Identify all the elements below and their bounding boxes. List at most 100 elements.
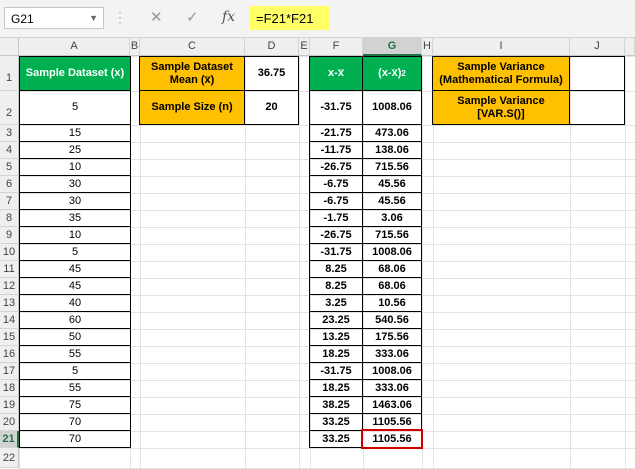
deviation-value[interactable]: -6.75	[309, 176, 363, 193]
squared-deviation-value[interactable]: 68.06	[363, 261, 422, 278]
dataset-value[interactable]: 55	[19, 380, 131, 397]
squared-deviation-value[interactable]: 333.06	[363, 346, 422, 363]
column-header-c[interactable]: C	[140, 38, 245, 56]
dataset-value[interactable]: 10	[19, 227, 131, 244]
deviation-value[interactable]: -26.75	[309, 227, 363, 244]
column-header-f[interactable]: F	[310, 38, 363, 56]
row-header-2[interactable]: 2	[0, 91, 19, 125]
row-header-17[interactable]: 17	[0, 363, 19, 380]
squared-deviation-value[interactable]: 715.56	[363, 159, 422, 176]
sample-size-label[interactable]: Sample Size (n)	[139, 91, 245, 125]
deviation-value[interactable]: 18.25	[309, 346, 363, 363]
deviation-value[interactable]: 33.25	[309, 414, 363, 431]
deviation-value[interactable]: -11.75	[309, 142, 363, 159]
deviation-value[interactable]: -31.75	[309, 244, 363, 261]
dataset-value[interactable]: 15	[19, 125, 131, 142]
squared-deviation-value[interactable]: 1008.06	[363, 363, 422, 380]
dataset-value[interactable]: 30	[19, 193, 131, 210]
row-header-15[interactable]: 15	[0, 329, 19, 346]
row-header-18[interactable]: 18	[0, 380, 19, 397]
deviation-value[interactable]: 8.25	[309, 278, 363, 295]
variance-vars-value[interactable]	[570, 91, 625, 125]
squared-deviation-value[interactable]: 715.56	[363, 227, 422, 244]
dataset-value[interactable]: 70	[19, 414, 131, 431]
squared-deviation-value[interactable]: 138.06	[363, 142, 422, 159]
row-header-20[interactable]: 20	[0, 414, 19, 431]
squared-deviation-value[interactable]: 175.56	[363, 329, 422, 346]
dataset-value[interactable]: 50	[19, 329, 131, 346]
variance-vars-label[interactable]: Sample Variance [VAR.S()]	[432, 91, 570, 125]
column-header-d[interactable]: D	[245, 38, 299, 56]
squared-deviation-value[interactable]: 45.56	[363, 176, 422, 193]
dataset-value[interactable]: 45	[19, 261, 131, 278]
row-header-19[interactable]: 19	[0, 397, 19, 414]
dataset-value[interactable]: 25	[19, 142, 131, 159]
fx-icon[interactable]: fx	[222, 9, 235, 25]
deviation-value[interactable]: 33.25	[309, 431, 363, 448]
squared-deviation-value[interactable]: 1008.06	[363, 91, 422, 125]
squared-deviation-value[interactable]: 10.56	[363, 295, 422, 312]
dataset-value[interactable]: 5	[19, 363, 131, 380]
row-header-3[interactable]: 3	[0, 125, 19, 142]
squared-deviation-value[interactable]: 540.56	[363, 312, 422, 329]
dataset-value[interactable]: 55	[19, 346, 131, 363]
column-header-a[interactable]: A	[19, 38, 130, 56]
row-header-4[interactable]: 4	[0, 142, 19, 159]
row-header-9[interactable]: 9	[0, 227, 19, 244]
squared-deviation-value[interactable]: 1463.06	[363, 397, 422, 414]
dataset-header[interactable]: Sample Dataset (x)	[19, 56, 131, 91]
row-header-5[interactable]: 5	[0, 159, 19, 176]
name-box[interactable]: G21 ▼	[4, 7, 104, 29]
dataset-value[interactable]: 5	[19, 91, 131, 125]
column-header-k[interactable]	[625, 38, 635, 56]
column-header-j[interactable]: J	[570, 38, 625, 56]
row-header-13[interactable]: 13	[0, 295, 19, 312]
row-header-16[interactable]: 16	[0, 346, 19, 363]
dataset-value[interactable]: 5	[19, 244, 131, 261]
row-header-11[interactable]: 11	[0, 261, 19, 278]
variance-formula-label[interactable]: Sample Variance (Mathematical Formula)	[432, 56, 570, 91]
row-header-21[interactable]: 21	[0, 431, 19, 448]
dataset-value[interactable]: 30	[19, 176, 131, 193]
row-header-14[interactable]: 14	[0, 312, 19, 329]
deviation-value[interactable]: -1.75	[309, 210, 363, 227]
row-header-8[interactable]: 8	[0, 210, 19, 227]
squared-deviation-value[interactable]: 473.06	[363, 125, 422, 142]
deviation-value[interactable]: 18.25	[309, 380, 363, 397]
mean-label[interactable]: Sample Dataset Mean (x̅)	[139, 56, 245, 91]
squared-deviation-value[interactable]: 68.06	[363, 278, 422, 295]
squared-deviation-value[interactable]: 1008.06	[363, 244, 422, 261]
row-header-1[interactable]: 1	[0, 56, 19, 91]
squared-deviation-value[interactable]: 45.56	[363, 193, 422, 210]
column-header-e[interactable]: E	[299, 38, 310, 56]
column-header-h[interactable]: H	[422, 38, 433, 56]
select-all-corner[interactable]	[0, 38, 19, 56]
dataset-value[interactable]: 60	[19, 312, 131, 329]
deviation-value[interactable]: 3.25	[309, 295, 363, 312]
dataset-value[interactable]: 40	[19, 295, 131, 312]
dataset-value[interactable]: 70	[19, 431, 131, 448]
row-header-10[interactable]: 10	[0, 244, 19, 261]
check-icon[interactable]: ✓	[186, 8, 199, 26]
row-header-7[interactable]: 7	[0, 193, 19, 210]
dataset-value[interactable]: 10	[19, 159, 131, 176]
squared-deviation-value[interactable]: 333.06	[363, 380, 422, 397]
row-header-12[interactable]: 12	[0, 278, 19, 295]
drag-handle-icon[interactable]: · · ·	[118, 6, 122, 28]
mean-value[interactable]: 36.75	[245, 56, 299, 91]
formula-input[interactable]: =F21*F21	[250, 6, 330, 30]
dataset-value[interactable]: 45	[19, 278, 131, 295]
row-header-6[interactable]: 6	[0, 176, 19, 193]
deviation-value[interactable]: -31.75	[309, 91, 363, 125]
squared-deviation-value[interactable]: 3.06	[363, 210, 422, 227]
column-header-i[interactable]: I	[433, 38, 570, 56]
column-header-b[interactable]: B	[130, 38, 140, 56]
variance-formula-value[interactable]	[570, 56, 625, 91]
row-header-22[interactable]: 22	[0, 448, 19, 468]
deviation-value[interactable]: 38.25	[309, 397, 363, 414]
sample-size-value[interactable]: 20	[245, 91, 299, 125]
chevron-down-icon[interactable]: ▼	[89, 13, 98, 23]
deviation-value[interactable]: 23.25	[309, 312, 363, 329]
column-header-g[interactable]: G	[363, 38, 422, 56]
deviation-value[interactable]: -26.75	[309, 159, 363, 176]
